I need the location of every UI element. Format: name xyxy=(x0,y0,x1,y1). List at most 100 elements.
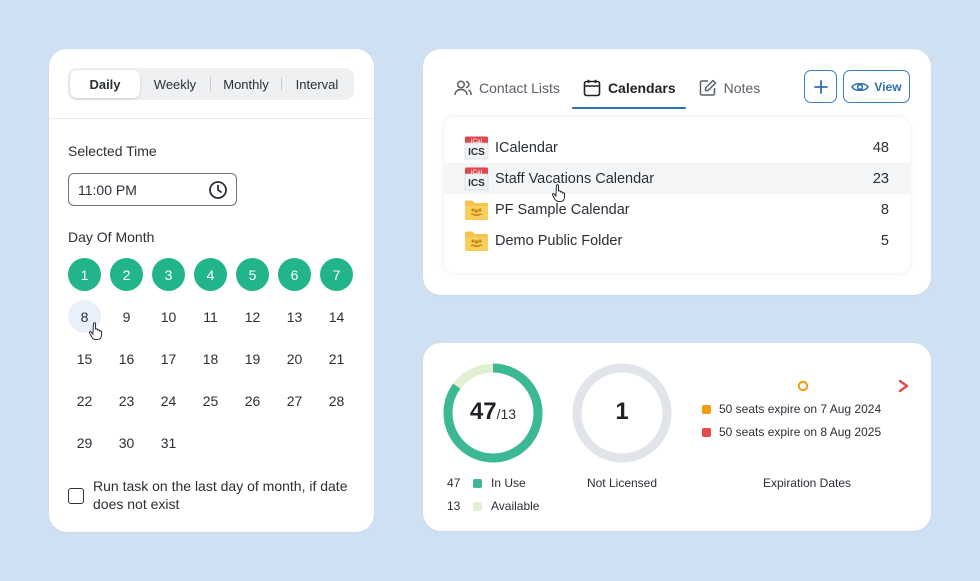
day-18[interactable]: 18 xyxy=(194,342,227,375)
expiration-text: 50 seats expire on 8 Aug 2025 xyxy=(719,425,882,439)
ics-badge: ICS xyxy=(468,178,485,189)
ics-badge: ICS xyxy=(468,147,485,158)
expiration-text: 50 seats expire on 7 Aug 2024 xyxy=(719,402,882,416)
list-item-name: PF Sample Calendar xyxy=(495,201,630,218)
day-10[interactable]: 10 xyxy=(152,300,185,333)
not-licensed-label: Not Licensed xyxy=(586,476,658,490)
day-12[interactable]: 12 xyxy=(236,300,269,333)
not-licensed-value: 1 xyxy=(615,398,629,425)
day-6[interactable]: 6 xyxy=(278,258,311,291)
shared-folder-icon xyxy=(465,231,488,251)
ics-file-icon: iCal ICS xyxy=(464,136,489,159)
list-item[interactable]: PF Sample Calendar 8 xyxy=(444,194,910,225)
tab-interval[interactable]: Interval xyxy=(282,70,352,98)
ical-badge: iCal xyxy=(471,137,483,144)
day-11[interactable]: 11 xyxy=(194,300,227,333)
tab-contact-lists[interactable]: Contact Lists xyxy=(451,73,562,103)
tab-notes[interactable]: Notes xyxy=(696,73,763,103)
tab-daily[interactable]: Daily xyxy=(70,70,140,98)
day-27[interactable]: 27 xyxy=(278,384,311,417)
legend-swatch xyxy=(473,478,482,488)
view-button[interactable]: View xyxy=(843,70,910,103)
list-item-name: ICalendar xyxy=(495,139,558,156)
expiration-dot xyxy=(702,404,711,414)
expiration-item: 50 seats expire on 7 Aug 2024 xyxy=(702,402,881,416)
expiration-timeline xyxy=(702,379,909,393)
hand-cursor-icon xyxy=(552,184,565,202)
day-7[interactable]: 7 xyxy=(320,258,353,291)
tab-label: Notes xyxy=(723,80,761,96)
legend-num: 47 xyxy=(447,476,461,490)
day-28[interactable]: 28 xyxy=(320,384,353,417)
eye-icon xyxy=(851,82,870,91)
tab-weekly[interactable]: Weekly xyxy=(140,70,210,98)
day-25[interactable]: 25 xyxy=(194,384,227,417)
day-5[interactable]: 5 xyxy=(236,258,269,291)
tab-label: Contact Lists xyxy=(479,80,560,96)
folder-type-tabs: Contact Lists Calendars Notes xyxy=(451,73,780,109)
ical-badge: iCal xyxy=(471,168,483,175)
add-button[interactable] xyxy=(804,70,837,103)
list-item-count: 23 xyxy=(872,170,889,187)
ics-file-icon: iCal ICS xyxy=(464,167,489,190)
timeline-marker xyxy=(797,380,809,392)
expiration-dates-label: Expiration Dates xyxy=(762,476,852,490)
notes-icon xyxy=(699,79,716,96)
tab-monthly[interactable]: Monthly xyxy=(211,70,281,98)
list-item[interactable]: iCal ICS Staff Vacations Calendar 23 xyxy=(444,163,910,194)
day-21[interactable]: 21 xyxy=(320,342,353,375)
day-2[interactable]: 2 xyxy=(110,258,143,291)
day-of-month-label: Day Of Month xyxy=(68,229,155,245)
day-20[interactable]: 20 xyxy=(278,342,311,375)
list-item-count: 5 xyxy=(880,232,889,249)
divider xyxy=(49,118,374,119)
license-summary-card: 47/13 47 In Use 13 Available 1 Not Licen… xyxy=(423,343,931,531)
day-23[interactable]: 23 xyxy=(110,384,143,417)
list-item[interactable]: Demo Public Folder 5 xyxy=(444,225,910,256)
clock-icon[interactable] xyxy=(208,180,228,200)
day-30[interactable]: 30 xyxy=(110,426,143,459)
legend-in-use: 47 In Use xyxy=(447,476,526,490)
day-24[interactable]: 24 xyxy=(152,384,185,417)
day-13[interactable]: 13 xyxy=(278,300,311,333)
selected-time-label: Selected Time xyxy=(68,143,157,159)
tab-calendars[interactable]: Calendars xyxy=(571,73,686,109)
day-9[interactable]: 9 xyxy=(110,300,143,333)
in-use-total: /13 xyxy=(496,406,517,422)
list-item-count: 8 xyxy=(880,201,889,218)
day-19[interactable]: 19 xyxy=(236,342,269,375)
list-item[interactable]: iCal ICS ICalendar 48 xyxy=(444,132,910,163)
view-button-label: View xyxy=(874,79,902,94)
last-day-option[interactable]: Run task on the last day of month, if da… xyxy=(68,477,359,513)
plus-icon xyxy=(813,79,828,94)
hand-cursor-icon xyxy=(89,322,102,340)
day-14[interactable]: 14 xyxy=(320,300,353,333)
shared-folder-icon xyxy=(465,200,488,220)
day-17[interactable]: 17 xyxy=(152,342,185,375)
in-use-ring-label: 47/13 xyxy=(442,398,544,426)
calendars-card: Contact Lists Calendars Notes View iCal … xyxy=(423,49,931,295)
day-1[interactable]: 1 xyxy=(68,258,101,291)
legend-available: 13 Available xyxy=(447,499,539,513)
day-4[interactable]: 4 xyxy=(194,258,227,291)
in-use-value: 47 xyxy=(469,398,497,425)
day-3[interactable]: 3 xyxy=(152,258,185,291)
day-15[interactable]: 15 xyxy=(68,342,101,375)
expiration-dot xyxy=(702,427,711,437)
frequency-segmented-control: Daily Weekly Monthly Interval xyxy=(68,68,354,100)
day-29[interactable]: 29 xyxy=(68,426,101,459)
time-input[interactable]: 11:00 PM xyxy=(68,173,237,206)
list-item-name: Demo Public Folder xyxy=(495,232,623,249)
day-16[interactable]: 16 xyxy=(110,342,143,375)
day-22[interactable]: 22 xyxy=(68,384,101,417)
day-26[interactable]: 26 xyxy=(236,384,269,417)
last-day-checkbox[interactable] xyxy=(68,488,84,504)
tab-label: Calendars xyxy=(607,80,676,96)
schedule-card: Daily Weekly Monthly Interval Selected T… xyxy=(49,49,374,532)
day-31[interactable]: 31 xyxy=(152,426,185,459)
legend-label: In Use xyxy=(491,476,526,490)
time-value: 11:00 PM xyxy=(78,181,137,198)
list-item-count: 48 xyxy=(872,139,889,156)
calendar-icon xyxy=(583,79,601,97)
contacts-icon xyxy=(454,80,472,96)
